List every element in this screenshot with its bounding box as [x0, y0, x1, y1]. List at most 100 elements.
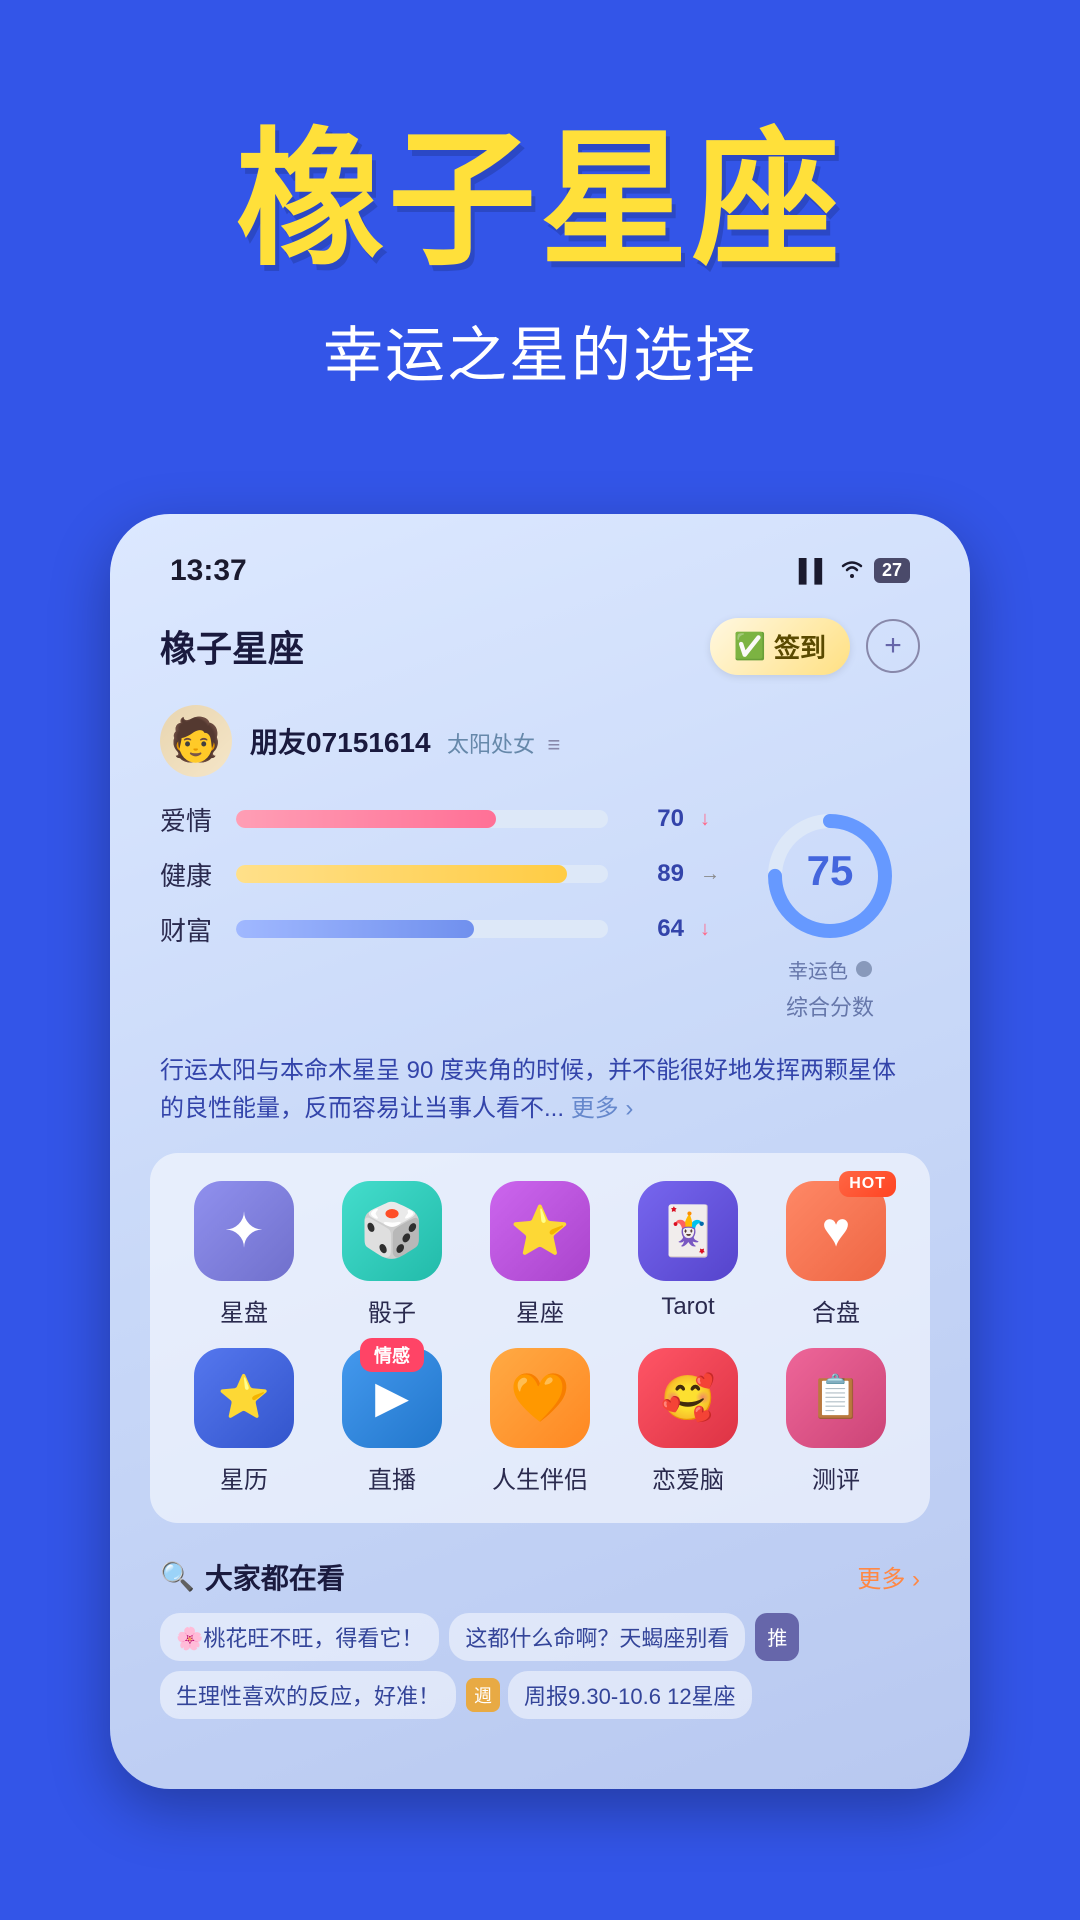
icon-grid: ✦ 星盘 🎲 骰子 ⭐ 星座 🃏 Tarot [150, 1153, 930, 1523]
status-time: 13:37 [170, 554, 247, 588]
xingpan-icon-circle: ✦ [194, 1181, 294, 1281]
love-value: 70 [624, 805, 684, 833]
popular-tag-4[interactable]: 周报9.30-10.6 12星座 [508, 1671, 752, 1719]
xingli-icon-circle: ⭐ [194, 1348, 294, 1448]
icon-item-ceping[interactable]: 📋 测评 [766, 1348, 906, 1495]
app-header-title: 橡子星座 [160, 620, 304, 672]
score-label: 综合分数 [786, 990, 874, 1022]
health-value: 89 [624, 860, 684, 888]
score-number: 75 [807, 847, 854, 895]
avatar: 🧑 [160, 705, 232, 777]
icon-item-lianai[interactable]: 🥰 恋爱脑 [618, 1348, 758, 1495]
xingli-label: 星历 [220, 1460, 268, 1495]
settings-small-icon: ≡ [548, 732, 561, 757]
icon-row-2: ⭐ 星历 ▶ 情感 直播 🧡 人生伴侣 🥰 恋 [170, 1348, 910, 1495]
lianai-label: 恋爱脑 [652, 1460, 724, 1495]
lianai-icon-circle: 🥰 [638, 1348, 738, 1448]
zhibo-label: 直播 [368, 1460, 416, 1495]
rensheng-icon-circle: 🧡 [490, 1348, 590, 1448]
tarot-label: Tarot [661, 1293, 714, 1321]
wealth-label: 财富 [160, 911, 220, 948]
signal-icon: ▌▌ [799, 558, 830, 584]
health-stat-row: 健康 89 → [160, 856, 720, 893]
popular-tag-3[interactable]: 生理性喜欢的反应，好准！ [160, 1671, 456, 1719]
icon-item-xingzuo[interactable]: ⭐ 星座 [470, 1181, 610, 1328]
user-info: 朋友07151614 太阳处女 ≡ [250, 721, 560, 761]
popular-title-icon: 🔍 [160, 1560, 195, 1593]
love-stat-row: 爱情 70 ↓ [160, 801, 720, 838]
app-header: 橡子星座 ✅ 签到 + [150, 608, 930, 695]
weekly-badge: 週 [466, 1678, 500, 1712]
wealth-trend-icon: ↓ [700, 918, 720, 941]
wealth-stat-row: 财富 64 ↓ [160, 911, 720, 948]
icon-item-hepan[interactable]: ♥ HOT 合盘 [766, 1181, 906, 1328]
popular-row-2: 生理性喜欢的反应，好准！ 週 周报9.30-10.6 12星座 [160, 1671, 920, 1719]
lucky-color-dot [856, 961, 872, 977]
status-icons: ▌▌ 27 [799, 557, 910, 585]
popular-section: 🔍 大家都在看 更多 › 🌸桃花旺不旺，得看它！ 这都什么命啊？天蝎座别看 推 … [150, 1547, 930, 1739]
health-trend-icon: → [700, 863, 720, 886]
hero-subtitle: 幸运之星的选择 [60, 307, 1020, 394]
wealth-bar-fill [236, 920, 474, 938]
description-content: 行运太阳与本命木星呈 90 度夹角的时候，并不能很好地发挥两颗星体的良性能量，反… [160, 1057, 896, 1122]
popular-row-1: 🌸桃花旺不旺，得看它！ 这都什么命啊？天蝎座别看 推 [160, 1613, 920, 1661]
hero-section: 橡子星座 幸运之星的选择 [0, 0, 1080, 454]
popular-tag-2[interactable]: 这都什么命啊？天蝎座别看 [449, 1613, 745, 1661]
stats-bars: 爱情 70 ↓ 健康 89 → 财富 [160, 801, 720, 1022]
status-bar: 13:37 ▌▌ 27 [150, 554, 930, 608]
popular-header: 🔍 大家都在看 更多 › [160, 1557, 920, 1597]
tarot-icon-circle: 🃏 [638, 1181, 738, 1281]
icon-item-tarot[interactable]: 🃏 Tarot [618, 1181, 758, 1328]
lucky-color-label: 幸运色 [788, 955, 848, 984]
xingzuo-label: 星座 [516, 1293, 564, 1328]
desc-more-link[interactable]: 更多 › [571, 1095, 634, 1122]
icon-item-xingli[interactable]: ⭐ 星历 [174, 1348, 314, 1495]
wealth-value: 64 [624, 915, 684, 943]
love-trend-icon: ↓ [700, 808, 720, 831]
wifi-icon [838, 557, 866, 585]
icon-row-1: ✦ 星盘 🎲 骰子 ⭐ 星座 🃏 Tarot [170, 1181, 910, 1328]
wealth-bar-bg [236, 920, 608, 938]
popular-tag-1[interactable]: 🌸桃花旺不旺，得看它！ [160, 1613, 439, 1661]
xingpan-label: 星盘 [220, 1293, 268, 1328]
icon-item-shaiqi[interactable]: 🎲 骰子 [322, 1181, 462, 1328]
health-label: 健康 [160, 856, 220, 893]
icon-item-xingpan[interactable]: ✦ 星盘 [174, 1181, 314, 1328]
rensheng-label: 人生伴侣 [492, 1460, 588, 1495]
love-label: 爱情 [160, 801, 220, 838]
hepan-label: 合盘 [812, 1293, 860, 1328]
checkin-button[interactable]: ✅ 签到 [710, 618, 850, 675]
love-bar-bg [236, 810, 608, 828]
xingzuo-icon-circle: ⭐ [490, 1181, 590, 1281]
popular-title-text: 大家都在看 [205, 1557, 345, 1597]
tag-indicator: 推 [755, 1613, 799, 1661]
checkin-icon: ✅ [734, 631, 766, 662]
score-circle-wrap: 75 幸运色 综合分数 [740, 801, 920, 1022]
icon-item-rensheng[interactable]: 🧡 人生伴侣 [470, 1348, 610, 1495]
user-profile[interactable]: 🧑 朋友07151614 太阳处女 ≡ [150, 695, 930, 801]
health-bar-bg [236, 865, 608, 883]
user-name: 朋友07151614 [250, 727, 431, 758]
qinggan-badge: 情感 [360, 1338, 424, 1372]
header-actions: ✅ 签到 + [710, 618, 920, 675]
popular-more-link[interactable]: 更多 › [857, 1559, 920, 1594]
love-bar-fill [236, 810, 496, 828]
plus-button[interactable]: + [866, 619, 920, 673]
stats-section: 爱情 70 ↓ 健康 89 → 财富 [150, 801, 930, 1042]
popular-title: 🔍 大家都在看 [160, 1557, 345, 1597]
popular-tag-4-wrap: 週 周报9.30-10.6 12星座 [466, 1671, 762, 1719]
hot-badge: HOT [839, 1171, 896, 1197]
lucky-color-row: 幸运色 [788, 955, 872, 984]
battery-icon: 27 [874, 558, 910, 583]
hepan-icon-circle: ♥ HOT [786, 1181, 886, 1281]
shaiqi-icon-circle: 🎲 [342, 1181, 442, 1281]
user-sign: 太阳处女 [447, 732, 535, 757]
score-circle: 75 [755, 801, 905, 951]
icon-item-zhibo[interactable]: ▶ 情感 直播 [322, 1348, 462, 1495]
hero-title: 橡子星座 [60, 120, 1020, 283]
ceping-icon-circle: 📋 [786, 1348, 886, 1448]
health-bar-fill [236, 865, 567, 883]
phone-mockup: 13:37 ▌▌ 27 橡子星座 ✅ 签到 + 🧑 朋友07151614 太阳处… [110, 514, 970, 1789]
description-text[interactable]: 行运太阳与本命木星呈 90 度夹角的时候，并不能很好地发挥两颗星体的良性能量，反… [150, 1042, 930, 1153]
ceping-label: 测评 [812, 1460, 860, 1495]
